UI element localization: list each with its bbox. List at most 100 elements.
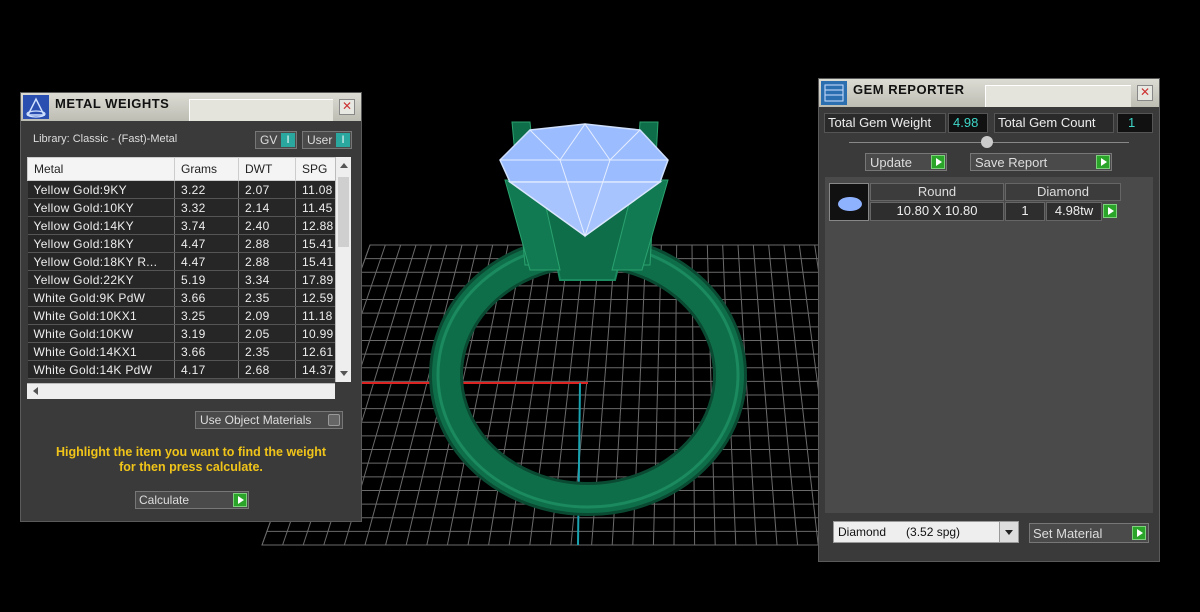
- update-button[interactable]: Update: [865, 153, 947, 171]
- close-icon[interactable]: ✕: [1137, 85, 1153, 101]
- scroll-up-icon[interactable]: [340, 163, 348, 168]
- gem-list-area: [825, 177, 1153, 513]
- y-axis-line: [577, 382, 581, 546]
- use-object-materials-label: Use Object Materials: [200, 413, 312, 427]
- grams-cell: 3.32: [174, 198, 239, 217]
- close-icon[interactable]: ✕: [339, 99, 355, 115]
- spg-cell: 12.59: [295, 288, 336, 307]
- dwt-cell: 2.09: [238, 306, 296, 325]
- spg-cell: 17.89: [295, 270, 336, 289]
- table-row[interactable]: Yellow Gold:22KY 5.19 3.34 17.89: [27, 270, 336, 289]
- metal-cell: Yellow Gold:14KY: [27, 216, 175, 235]
- table-row[interactable]: White Gold:10KX1 3.25 2.09 11.18: [27, 306, 336, 325]
- metal-cell: Yellow Gold:10KY: [27, 198, 175, 217]
- column-header-dwt[interactable]: DWT: [238, 157, 296, 181]
- gem-reporter-logo-icon: [821, 81, 847, 105]
- gv-toggle[interactable]: GV I: [255, 131, 297, 149]
- metal-weights-titlebar[interactable]: METAL WEIGHTS ✕: [21, 93, 361, 121]
- dwt-cell: 2.05: [238, 324, 296, 343]
- scroll-left-icon[interactable]: [33, 387, 38, 395]
- save-report-button[interactable]: Save Report: [970, 153, 1112, 171]
- spg-cell: 15.41: [295, 252, 336, 271]
- table-row[interactable]: White Gold:9K PdW 3.66 2.35 12.59: [27, 288, 336, 307]
- gem-expand-arrow-icon[interactable]: [1103, 204, 1117, 218]
- hint-line-2: for then press calculate.: [119, 460, 263, 474]
- grams-cell: 4.17: [174, 360, 239, 379]
- dwt-cell: 2.35: [238, 342, 296, 361]
- play-arrow-icon: [1096, 155, 1110, 169]
- table-row[interactable]: Yellow Gold:9KY 3.22 2.07 11.08: [27, 180, 336, 199]
- splitter-knob-icon[interactable]: [981, 136, 993, 148]
- dwt-cell: 2.14: [238, 198, 296, 217]
- scroll-thumb[interactable]: [338, 177, 349, 247]
- metal-cell: White Gold:14KX1: [27, 342, 175, 361]
- spg-cell: 15.41: [295, 234, 336, 253]
- metal-cell: Yellow Gold:18KY: [27, 234, 175, 253]
- spg-cell: 12.61: [295, 342, 336, 361]
- gv-toggle-icon: I: [281, 133, 295, 147]
- scroll-down-icon[interactable]: [340, 371, 348, 376]
- table-row[interactable]: White Gold:10KW 3.19 2.05 10.99: [27, 324, 336, 343]
- calculate-button[interactable]: Calculate: [135, 491, 249, 509]
- metal-cell: White Gold:14K PdW: [27, 360, 175, 379]
- play-arrow-icon: [233, 493, 247, 507]
- play-arrow-icon: [931, 155, 945, 169]
- grams-cell: 3.66: [174, 288, 239, 307]
- gem-shape: Round: [870, 183, 1004, 201]
- table-row[interactable]: White Gold:14K PdW 4.17 2.68 14.37: [27, 360, 336, 379]
- gem-list-item[interactable]: Round Diamond 10.80 X 10.80 1 4.98tw: [829, 183, 1125, 221]
- chevron-down-icon: [999, 522, 1018, 542]
- user-label: User: [307, 133, 333, 147]
- metal-cell: Yellow Gold:18KY R...: [27, 252, 175, 271]
- total-gem-count-label: Total Gem Count: [994, 113, 1114, 133]
- horizontal-scrollbar[interactable]: [27, 383, 335, 399]
- table-row[interactable]: Yellow Gold:10KY 3.32 2.14 11.45: [27, 198, 336, 217]
- dwt-cell: 2.88: [238, 234, 296, 253]
- user-toggle-icon: I: [336, 133, 350, 147]
- gem-thumbnail-icon: [829, 183, 869, 221]
- metal-cell: Yellow Gold:9KY: [27, 180, 175, 199]
- spg-cell: 14.37: [295, 360, 336, 379]
- gem-reporter-title: GEM REPORTER: [853, 82, 965, 97]
- dwt-cell: 3.34: [238, 270, 296, 289]
- splitter-handle[interactable]: [849, 136, 1129, 148]
- material-select[interactable]: Diamond (3.52 spg): [833, 521, 1019, 543]
- table-row[interactable]: White Gold:14KX1 3.66 2.35 12.61: [27, 342, 336, 361]
- play-arrow-icon: [1132, 526, 1146, 540]
- set-material-button[interactable]: Set Material: [1029, 523, 1149, 543]
- column-header-spg[interactable]: SPG: [295, 157, 336, 181]
- grams-cell: 3.66: [174, 342, 239, 361]
- gem-reporter-titlebar[interactable]: GEM REPORTER ✕: [819, 79, 1159, 107]
- gem-weight: 4.98tw: [1046, 202, 1102, 221]
- metal-weights-title: METAL WEIGHTS: [55, 96, 170, 111]
- spg-cell: 11.18: [295, 306, 336, 325]
- spg-cell: 12.88: [295, 216, 336, 235]
- instruction-text: Highlight the item you want to find the …: [21, 445, 361, 475]
- calculate-label: Calculate: [139, 493, 190, 507]
- use-object-materials-toggle[interactable]: Use Object Materials: [195, 411, 343, 429]
- column-header-grams[interactable]: Grams: [174, 157, 239, 181]
- gem-size: 10.80 X 10.80: [870, 202, 1004, 221]
- table-row[interactable]: Yellow Gold:18KY R... 4.47 2.88 15.41: [27, 252, 336, 271]
- table-row[interactable]: Yellow Gold:14KY 3.74 2.40 12.88: [27, 216, 336, 235]
- library-label: Library: Classic - (Fast)-Metal: [33, 133, 178, 145]
- spg-cell: 10.99: [295, 324, 336, 343]
- grams-cell: 4.47: [174, 234, 239, 253]
- grams-cell: 5.19: [174, 270, 239, 289]
- dwt-cell: 2.35: [238, 288, 296, 307]
- metal-cell: Yellow Gold:22KY: [27, 270, 175, 289]
- hint-line-1: Highlight the item you want to find the …: [55, 445, 327, 459]
- gem-reporter-panel: GEM REPORTER ✕ Total Gem Weight 4.98 Tot…: [818, 78, 1160, 562]
- grams-cell: 3.74: [174, 216, 239, 235]
- material-select-value: Diamond (3.52 spg): [838, 525, 961, 539]
- column-header-metal[interactable]: Metal: [27, 157, 175, 181]
- vertical-scrollbar[interactable]: [335, 157, 351, 382]
- user-toggle[interactable]: User I: [302, 131, 352, 149]
- dwt-cell: 2.40: [238, 216, 296, 235]
- table-row[interactable]: Yellow Gold:18KY 4.47 2.88 15.41: [27, 234, 336, 253]
- title-tabstrip: [985, 85, 1131, 107]
- title-tabstrip: [189, 99, 333, 121]
- metal-cell: White Gold:10KW: [27, 324, 175, 343]
- gv-label: GV: [260, 133, 278, 147]
- dwt-cell: 2.88: [238, 252, 296, 271]
